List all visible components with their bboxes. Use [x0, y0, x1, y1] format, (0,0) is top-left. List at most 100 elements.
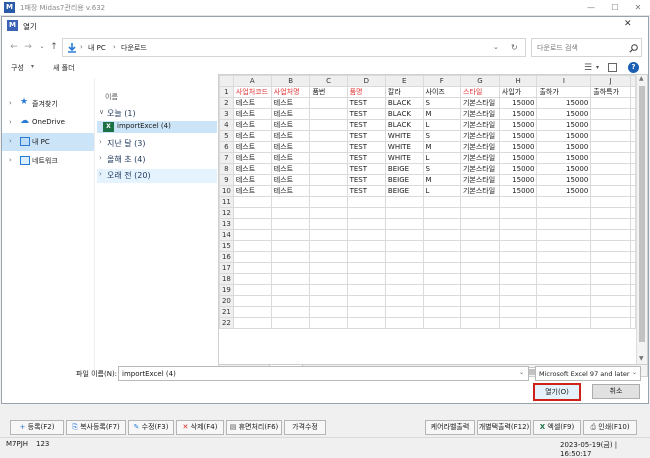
sheet-cell[interactable]: [422, 262, 461, 274]
sheet-cell[interactable]: [536, 295, 592, 307]
breadcrumb-downloads[interactable]: 다운로드: [121, 43, 147, 53]
column-header[interactable]: H: [498, 75, 538, 87]
sheet-cell[interactable]: 15000: [536, 174, 592, 186]
scroll-up-icon[interactable]: ▲: [639, 75, 644, 82]
sheet-cell[interactable]: 테스트: [232, 108, 272, 120]
row-header[interactable]: 2: [219, 97, 234, 109]
column-header[interactable]: C: [309, 75, 348, 87]
sheet-cell[interactable]: [536, 306, 592, 318]
sheet-cell[interactable]: [630, 196, 636, 208]
sheet-cell[interactable]: [232, 207, 272, 219]
sheet-cell[interactable]: BEIGE: [384, 163, 424, 175]
sheet-cell[interactable]: [346, 284, 386, 296]
sheet-cell[interactable]: [384, 196, 424, 208]
sheet-cell[interactable]: [270, 317, 311, 329]
row-header[interactable]: 8: [219, 163, 234, 175]
sheet-cell[interactable]: [270, 196, 311, 208]
maximize-icon[interactable]: ☐: [604, 0, 626, 16]
sheet-cell[interactable]: [384, 207, 424, 219]
sheet-cell[interactable]: 15000: [536, 97, 592, 109]
sheet-cell[interactable]: [270, 295, 311, 307]
sheet-cell[interactable]: TEST: [346, 185, 386, 197]
sheet-cell[interactable]: 15000: [498, 108, 538, 120]
sheet-cell[interactable]: [384, 251, 424, 263]
expand-chevron-icon[interactable]: ›: [9, 99, 12, 107]
sheet-cell[interactable]: [590, 119, 631, 131]
sheet-cell[interactable]: [498, 317, 538, 329]
sheet-cell[interactable]: [590, 130, 631, 142]
sheet-cell[interactable]: 기본스타일: [459, 152, 500, 164]
sheet-cell[interactable]: [536, 284, 592, 296]
sheet-cell[interactable]: [309, 218, 348, 230]
sheet-cell[interactable]: [422, 251, 461, 263]
sheet-cell[interactable]: [384, 240, 424, 252]
sheet-cell[interactable]: 테스트: [270, 130, 311, 142]
sheet-cell[interactable]: 15000: [498, 152, 538, 164]
sheet-cell[interactable]: [590, 306, 631, 318]
sheet-cell[interactable]: [346, 262, 386, 274]
sheet-cell[interactable]: 15000: [536, 119, 592, 131]
sheet-cell[interactable]: 사입가: [498, 86, 538, 98]
sheet-cell[interactable]: S: [422, 97, 461, 109]
sheet-cell[interactable]: [459, 196, 500, 208]
sheet-cell[interactable]: [384, 218, 424, 230]
sheet-cell[interactable]: [536, 207, 592, 219]
sheet-cell[interactable]: TEST: [346, 174, 386, 186]
sheet-cell[interactable]: [270, 262, 311, 274]
sheet-cell[interactable]: [422, 196, 461, 208]
sheet-cell[interactable]: TEST: [346, 97, 386, 109]
sheet-cell[interactable]: [630, 141, 636, 153]
sheet-cell[interactable]: [498, 251, 538, 263]
sheet-cell[interactable]: [232, 295, 272, 307]
sheet-cell[interactable]: 15000: [536, 152, 592, 164]
sheet-cell[interactable]: [346, 229, 386, 241]
sheet-cell[interactable]: [346, 306, 386, 318]
sheet-cell[interactable]: 테스트: [232, 152, 272, 164]
sheet-cell[interactable]: [309, 251, 348, 263]
sheet-cell[interactable]: [422, 317, 461, 329]
sheet-cell[interactable]: [536, 251, 592, 263]
sheet-cell[interactable]: [590, 218, 631, 230]
collapse-chevron-icon[interactable]: ∨: [99, 108, 104, 116]
expand-chevron-icon[interactable]: ›: [9, 137, 12, 145]
sheet-cell[interactable]: [536, 229, 592, 241]
filename-dropdown-icon[interactable]: ⌄: [519, 369, 524, 376]
sheet-cell[interactable]: [590, 185, 631, 197]
scroll-down-icon[interactable]: ▼: [639, 355, 644, 362]
row-header[interactable]: 3: [219, 108, 234, 120]
sheet-cell[interactable]: 테스트: [232, 97, 272, 109]
sheet-cell[interactable]: [590, 163, 631, 175]
group-long-ago[interactable]: › 오래 전 (20): [97, 169, 217, 183]
sheet-cell[interactable]: 15000: [498, 174, 538, 186]
sheet-cell[interactable]: 15000: [536, 185, 592, 197]
sidebar-item-network[interactable]: › 네트워크: [2, 152, 94, 170]
sheet-cell[interactable]: [346, 207, 386, 219]
row-header[interactable]: 17: [219, 262, 234, 274]
open-button[interactable]: 열기(O): [533, 383, 581, 401]
vertical-scrollbar[interactable]: ▲ ▼: [636, 75, 647, 365]
sheet-cell[interactable]: 테스트: [232, 163, 272, 175]
recent-chevron-icon[interactable]: ⌄: [36, 40, 48, 54]
sheet-cell[interactable]: [498, 196, 538, 208]
sheet-cell[interactable]: [630, 108, 636, 120]
dialog-close-icon[interactable]: ✕: [624, 19, 632, 29]
excel-button[interactable]: X 엑셀(F9): [533, 420, 581, 435]
help-icon[interactable]: ?: [628, 62, 639, 73]
sheet-cell[interactable]: [590, 295, 631, 307]
care-label-button[interactable]: 케어라벨출력: [425, 420, 475, 435]
column-header[interactable]: I: [536, 75, 592, 87]
sheet-cell[interactable]: [630, 229, 636, 241]
sheet-cell[interactable]: 기본스타일: [459, 174, 500, 186]
delete-button[interactable]: ✕ 삭제(F4): [176, 420, 224, 435]
sheet-cell[interactable]: 사이즈: [422, 86, 461, 98]
sheet-cell[interactable]: [384, 229, 424, 241]
sheet-cell[interactable]: BEIGE: [384, 185, 424, 197]
sheet-cell[interactable]: WHITE: [384, 152, 424, 164]
sheet-cell[interactable]: [630, 185, 636, 197]
sheet-cell[interactable]: [459, 262, 500, 274]
sheet-cell[interactable]: 테스트: [270, 174, 311, 186]
sidebar-item-my-pc[interactable]: › 내 PC: [2, 133, 94, 151]
sidebar-item-onedrive[interactable]: › ☁ OneDrive: [2, 114, 94, 132]
sheet-cell[interactable]: 테스트: [270, 141, 311, 153]
sheet-cell[interactable]: [346, 251, 386, 263]
